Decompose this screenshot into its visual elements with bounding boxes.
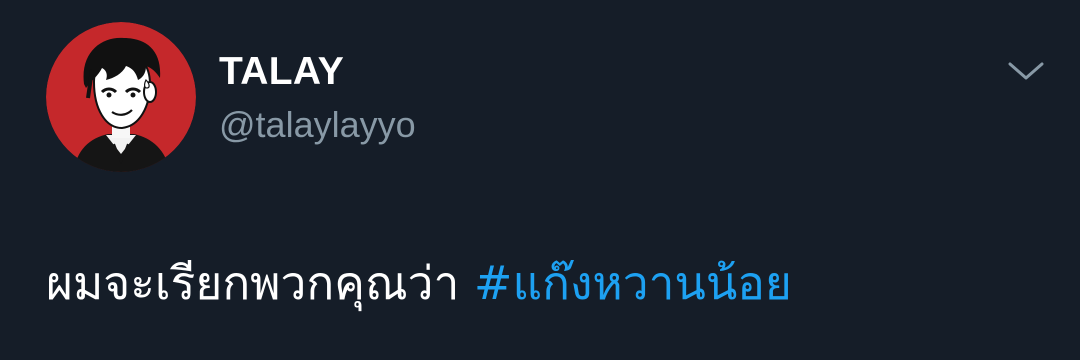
avatar[interactable] bbox=[46, 22, 196, 172]
avatar-illustration-icon bbox=[46, 22, 196, 172]
display-name[interactable]: TALAY bbox=[219, 50, 344, 94]
tweet-text: ผมจะเรียกพวกคุณว่า #แก๊งหวานน้อย bbox=[46, 248, 792, 318]
tweet-card: TALAY @talaylayyo ผมจะเรียกพวกคุณว่า #แก… bbox=[0, 0, 1080, 360]
hashtag-link[interactable]: #แก๊งหวานน้อย bbox=[474, 256, 792, 310]
chevron-down-icon[interactable] bbox=[1006, 56, 1046, 86]
tweet-body-text: ผมจะเรียกพวกคุณว่า bbox=[46, 256, 460, 310]
user-handle[interactable]: @talaylayyo bbox=[219, 104, 416, 146]
